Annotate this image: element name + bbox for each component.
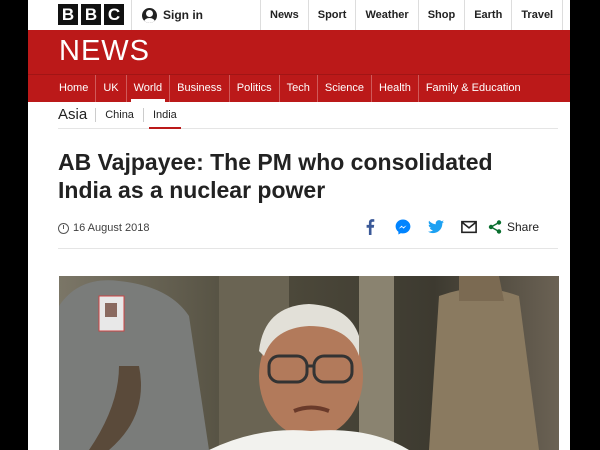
twitter-icon[interactable] [428, 219, 444, 235]
nav-home[interactable]: Home [52, 75, 95, 102]
section-nav: Home UK World Business Politics Tech Sci… [28, 74, 570, 102]
share-label: Share [507, 220, 540, 234]
top-nav-earth[interactable]: Earth [464, 0, 511, 30]
top-nav-news[interactable]: News [260, 0, 308, 30]
top-nav-travel[interactable]: Travel [511, 0, 562, 30]
facebook-icon[interactable] [362, 219, 378, 235]
top-bar: B B C Sign in News Sport Weather Shop Ea… [28, 0, 570, 31]
nav-health[interactable]: Health [371, 75, 418, 102]
top-nav: News Sport Weather Shop Earth Travel Mo [260, 0, 570, 30]
article-photo [59, 276, 559, 450]
bbc-logo[interactable]: B B C [58, 4, 124, 25]
top-nav-weather[interactable]: Weather [355, 0, 417, 30]
clock-icon [58, 222, 69, 234]
news-logo[interactable]: NEWS [59, 35, 150, 68]
sub-nav-india[interactable]: India [142, 107, 186, 129]
nav-science[interactable]: Science [316, 75, 371, 102]
user-icon [142, 7, 157, 23]
sign-in-link[interactable]: Sign in [142, 0, 203, 30]
article-meta: 16 August 2018 [58, 222, 149, 234]
nav-politics[interactable]: Politics [228, 75, 279, 102]
share-button[interactable]: Share [488, 220, 539, 234]
top-nav-sport[interactable]: Sport [307, 0, 356, 30]
top-nav-more[interactable]: Mo [562, 0, 570, 30]
divider [131, 0, 132, 30]
sign-in-label: Sign in [163, 8, 203, 22]
nav-tech[interactable]: Tech [278, 75, 317, 102]
sub-nav-china[interactable]: China [95, 107, 143, 122]
region-title[interactable]: Asia [58, 106, 87, 123]
logo-letter: C [104, 4, 124, 25]
article-headline: AB Vajpayee: The PM who consolidated Ind… [58, 149, 493, 203]
top-nav-shop[interactable]: Shop [417, 0, 465, 30]
messenger-icon[interactable] [395, 219, 411, 235]
page: B B C Sign in News Sport Weather Shop Ea… [28, 0, 570, 450]
meta-divider [58, 248, 558, 249]
nav-business[interactable]: Business [169, 75, 229, 102]
share-tools: Share [362, 219, 539, 235]
share-icon [488, 220, 502, 234]
article-date: 16 August 2018 [73, 222, 150, 234]
sub-nav: Asia China India [58, 101, 558, 129]
logo-letter: B [81, 4, 101, 25]
nav-uk[interactable]: UK [95, 75, 125, 102]
email-icon[interactable] [461, 219, 477, 235]
photo-illustration [59, 276, 559, 450]
nav-family-education[interactable]: Family & Education [417, 75, 528, 102]
nav-world[interactable]: World [125, 75, 170, 102]
logo-letter: B [58, 4, 78, 25]
